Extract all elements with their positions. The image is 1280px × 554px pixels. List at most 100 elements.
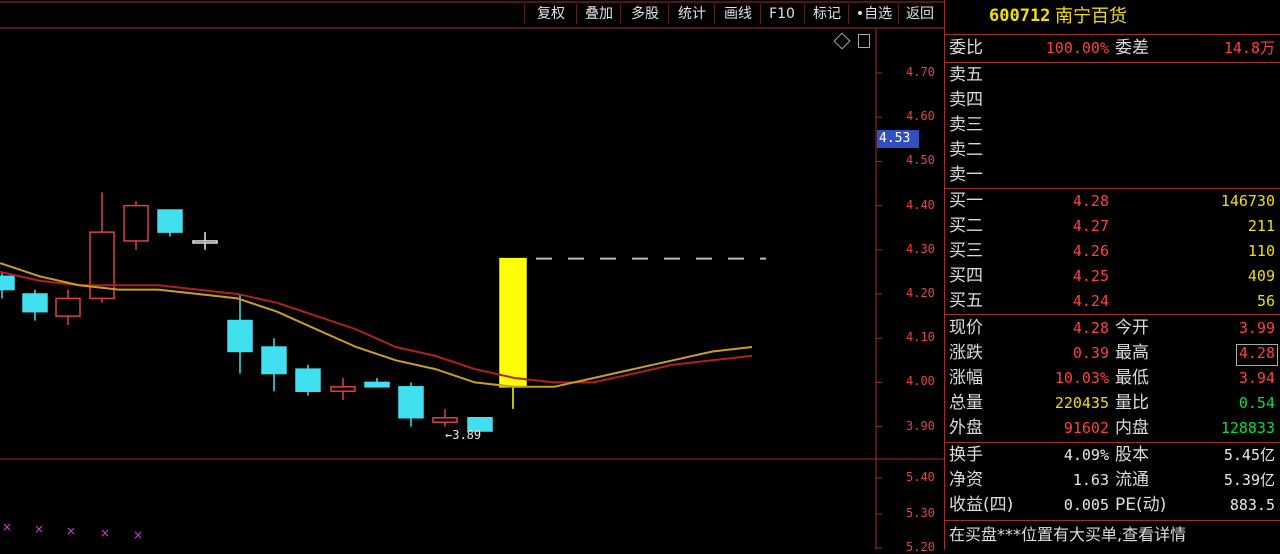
price-tick-label: 4.70 [906, 65, 935, 79]
quote-label: 外盘 [949, 418, 983, 438]
toolbar-button-3[interactable]: 统计 [670, 3, 714, 25]
sell-row[interactable]: 卖四 [945, 88, 1280, 113]
toolbar-button-8[interactable]: 返回 [900, 3, 940, 25]
current-price-tag: 4.53 [877, 130, 919, 148]
buy-level-label: 买四 [949, 266, 983, 286]
price-tick-label: 3.90 [906, 418, 935, 433]
candle-body [0, 275, 15, 291]
candle [123, 201, 149, 250]
price-tick-label: 4.60 [906, 109, 935, 124]
sell-row[interactable]: 卖三 [945, 113, 1280, 138]
buy-row[interactable]: 买五 4.24 56 [945, 289, 1280, 314]
toolbar-button-2[interactable]: 多股 [622, 3, 668, 25]
stock-header: 600712 南宁百货 [945, 4, 1280, 32]
stat-value: 4.09% [1063, 446, 1109, 464]
candle [0, 271, 15, 299]
kline-chart[interactable]: × × × × × [0, 0, 944, 550]
toolbar-separator [760, 4, 761, 24]
stat-value: 5.45亿 [1223, 446, 1275, 464]
candle [295, 364, 321, 396]
candle-body [22, 293, 48, 313]
stat-row[interactable]: 换手 4.09% 股本 5.45亿 [945, 443, 1280, 468]
candle-body [261, 346, 287, 375]
low-price-marker: ←3.89 [445, 428, 482, 442]
weicha-value: 14.8万 [1223, 39, 1275, 57]
quote-value: 3.94 [1238, 369, 1275, 387]
candle-body [192, 240, 218, 244]
buy-level-label: 买二 [949, 216, 983, 236]
buy-volume: 110 [1247, 242, 1275, 260]
big-order-notice[interactable]: 在买盘***位置有大买单,查看详情 [945, 522, 1280, 547]
volume-x-marker: × [2, 520, 12, 534]
buy-level-label: 买五 [949, 291, 983, 311]
quote-row[interactable]: 外盘 91602 内盘 128833 [945, 416, 1280, 441]
toolbar-separator [576, 4, 577, 24]
toolbar-separator [898, 4, 899, 24]
sell-level-label: 卖四 [949, 90, 983, 110]
stat-value: 5.39亿 [1223, 471, 1275, 489]
kline-chart-area[interactable]: × × × × × 复权 叠加 多股 统计 画线 F10 标记 •自选 返回 4.70 4.60 4.50 4… [0, 0, 944, 554]
sell-level-label: 卖一 [949, 165, 983, 185]
lower-tick-label: 5.30 [906, 506, 935, 520]
toolbar-button-7[interactable]: •自选 [850, 3, 898, 25]
candle-body [123, 204, 149, 242]
candle-body [364, 381, 390, 388]
stat-value: 0.005 [1063, 496, 1109, 514]
toolbar-separator [848, 4, 849, 24]
quote-row[interactable]: 涨幅 10.03% 最低 3.94 [945, 366, 1280, 391]
sell-row[interactable]: 卖一 [945, 163, 1280, 188]
stat-label: PE(动) [1115, 495, 1167, 515]
quote-value: 3.99 [1238, 319, 1275, 337]
stat-row[interactable]: 收益(四) 0.005 PE(动) 883.5 [945, 493, 1280, 518]
quote-row[interactable]: 总量 220435 量比 0.54 [945, 391, 1280, 416]
toolbar-button-1[interactable]: 叠加 [578, 3, 620, 25]
sell-row[interactable]: 卖二 [945, 138, 1280, 163]
toolbar-button-5[interactable]: F10 [762, 3, 802, 25]
candle [157, 209, 183, 237]
quote-label: 涨幅 [949, 368, 983, 388]
big-order-notice-text[interactable]: 在买盘***位置有大买单,查看详情 [949, 522, 1186, 547]
quote-label: 量比 [1115, 393, 1149, 413]
candle [227, 294, 253, 374]
high-value-highlight [1236, 344, 1278, 366]
weicha-label: 委差 [1115, 38, 1149, 58]
quote-value: 4.28 [1072, 319, 1109, 337]
sell-row[interactable]: 卖五 [945, 63, 1280, 88]
price-tick-label: 4.40 [906, 197, 935, 212]
toolbar-button-4[interactable]: 画线 [716, 3, 760, 25]
stat-row[interactable]: 净资 1.63 流通 5.39亿 [945, 468, 1280, 493]
price-tick-label: 4.30 [906, 241, 935, 256]
weibi-label: 委比 [949, 38, 983, 58]
quote-value: 10.03% [1054, 369, 1109, 387]
toolbar-separator [668, 4, 669, 24]
buy-row[interactable]: 买四 4.25 409 [945, 264, 1280, 289]
square-icon[interactable] [858, 34, 870, 48]
quote-value: 0.54 [1238, 394, 1275, 412]
price-tick-label: 4.00 [906, 374, 935, 389]
candle [192, 232, 218, 250]
volume-x-marker: × [34, 522, 44, 536]
buy-price: 4.27 [1072, 217, 1109, 235]
buy-row[interactable]: 买二 4.27 211 [945, 214, 1280, 239]
price-tick-label: 4.20 [906, 286, 935, 300]
buy-row[interactable]: 买三 4.26 110 [945, 239, 1280, 264]
stat-label: 换手 [949, 445, 983, 465]
quote-row[interactable]: 现价 4.28 今开 3.99 [945, 316, 1280, 341]
toolbar-separator [620, 4, 621, 24]
candle-body [227, 319, 253, 353]
quote-value: 128833 [1220, 419, 1275, 437]
quote-label: 涨跌 [949, 343, 983, 363]
toolbar-button-0[interactable]: 复权 [526, 3, 576, 25]
stock-name: 南宁百货 [1055, 6, 1127, 27]
sell-level-label: 卖二 [949, 140, 983, 160]
buy-price: 4.25 [1072, 267, 1109, 285]
lower-tick-label: 5.40 [906, 470, 935, 484]
quote-value: 220435 [1054, 394, 1109, 412]
quote-row[interactable]: 涨跌 0.39 最高 4.28 [945, 341, 1280, 366]
toolbar-button-6[interactable]: 标记 [806, 3, 848, 25]
buy-row[interactable]: 买一 4.28 146730 [945, 189, 1280, 214]
candle-body [55, 297, 81, 317]
quote-value: 0.39 [1072, 344, 1109, 362]
quote-label: 现价 [949, 318, 983, 338]
candle [261, 338, 287, 392]
